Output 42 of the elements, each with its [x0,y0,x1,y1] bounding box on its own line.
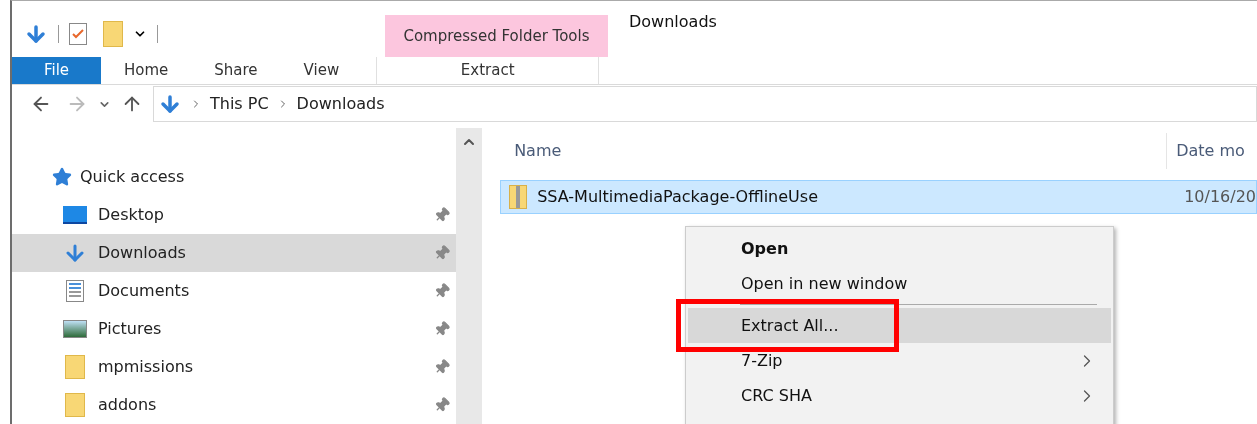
ribbon-tab[interactable]: View [280,57,363,84]
file-name: SSA-MultimediaPackage-OfflineUse [536,186,819,208]
nav-item[interactable]: addons [12,386,457,424]
ribbon-tab[interactable]: Extract [376,57,600,84]
picture-icon [63,320,87,338]
nav-header[interactable]: Quick access [80,165,185,189]
folder-icon [65,393,85,417]
nav-item[interactable]: Pictures [12,310,457,348]
column-header[interactable]: Name [500,139,1167,163]
ribbon-tab[interactable]: Share [191,57,281,84]
nav-item-label: Desktop [98,204,165,226]
breadcrumb-item[interactable]: Downloads [296,92,385,116]
folder-icon [65,355,85,379]
nav-item-label: Documents [98,280,191,302]
document-icon [66,280,84,302]
file-date: 10/16/20 [1183,186,1256,208]
menu-item[interactable]: 7-Zip [688,343,1111,378]
file-row[interactable]: SSA-MultimediaPackage-OfflineUse 10/16/20 [500,180,1257,214]
nav-item-label: addons [98,394,158,416]
scrollbar[interactable] [456,128,483,424]
nav-item[interactable]: Desktop [12,196,457,234]
desktop-icon [63,206,87,224]
nav-item[interactable]: Downloads [12,234,457,272]
menu-item[interactable]: CRC SHA [688,378,1111,413]
nav-item[interactable]: Documents [12,272,457,310]
ribbon-tab[interactable]: Home [101,57,192,84]
zip-folder-icon [509,185,528,209]
nav-item-label: Downloads [98,242,187,264]
menu-item[interactable]: Extract All... [688,308,1111,343]
address-field[interactable]: This PC Downloads [153,86,1257,122]
nav-item-label: mpmissions [98,356,195,378]
column-header[interactable]: Date mo [1167,139,1245,163]
ribbon-tab[interactable]: File [12,57,101,84]
nav-item[interactable]: mpmissions [12,348,457,386]
menu-item[interactable]: Open in new window [688,266,1111,301]
menu-item[interactable]: Open [688,231,1111,266]
context-tab-group-label: Compressed Folder Tools [403,25,590,47]
window-title: Downloads [629,11,717,33]
nav-item-label: Pictures [98,318,163,340]
star-icon [52,167,72,187]
properties-icon[interactable] [69,23,87,45]
breadcrumb-item[interactable]: This PC [210,92,269,116]
